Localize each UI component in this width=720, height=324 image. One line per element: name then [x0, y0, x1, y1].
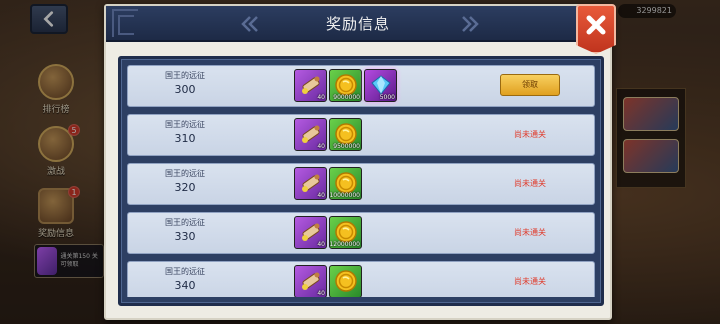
- item-count: 40: [317, 143, 325, 150]
- reward-row: 国王的远征 330 40 12000000 尚未通关: [127, 212, 595, 254]
- reward-items: 40 10000000: [294, 167, 362, 200]
- reward-items: 40: [294, 265, 362, 297]
- reward-row: 国王的远征 320 40 10000000 尚未通关: [127, 163, 595, 205]
- stage-level: 300: [174, 83, 196, 96]
- reward-row: 国王的远征 310 40 9500000 尚未通关: [127, 114, 595, 156]
- coin-reward-item[interactable]: 9500000: [329, 118, 362, 151]
- coin-reward-item[interactable]: [329, 265, 362, 297]
- not-cleared-status: 尚未通关: [514, 130, 546, 139]
- reward-items: 40 9500000: [294, 118, 362, 151]
- coin-reward-item[interactable]: 9000000: [329, 69, 362, 102]
- item-count: 12000000: [329, 241, 360, 248]
- not-cleared-status: 尚未通关: [514, 277, 546, 286]
- close-button[interactable]: [576, 4, 616, 54]
- scroll-reward-item[interactable]: 40: [294, 69, 327, 102]
- item-count: 9000000: [333, 94, 360, 101]
- claim-button[interactable]: 领取: [500, 74, 560, 96]
- item-count: 10000000: [329, 192, 360, 199]
- not-cleared-status: 尚未通关: [514, 179, 546, 188]
- stage-name: 国王的远征: [165, 218, 205, 227]
- item-count: 9500000: [333, 143, 360, 150]
- reward-items: 40 9000000 5000: [294, 69, 397, 102]
- stage-level: 330: [174, 230, 196, 243]
- stage-name: 国王的远征: [165, 71, 205, 80]
- reward-row: 国王的远征 340 40 尚未通关: [127, 261, 595, 297]
- item-count: 40: [317, 241, 325, 248]
- stage-name: 国王的远征: [165, 267, 205, 276]
- stage-name: 国王的远征: [165, 169, 205, 178]
- dialog-header: 奖励信息: [106, 6, 610, 42]
- reward-info-dialog: 奖励信息 国王的远征 300 40 9000000 5000 领取 国王的远征 310 40 95…: [104, 4, 616, 320]
- gold-coin-icon: [335, 270, 357, 292]
- scroll-reward-item[interactable]: 40: [294, 265, 327, 297]
- scroll-reward-item[interactable]: 40: [294, 216, 327, 249]
- item-count: 40: [317, 192, 325, 199]
- not-cleared-status: 尚未通关: [514, 228, 546, 237]
- item-count: 40: [317, 94, 325, 101]
- coin-reward-item[interactable]: 10000000: [329, 167, 362, 200]
- reward-row: 国王的远征 300 40 9000000 5000 领取: [127, 65, 595, 107]
- diamond-reward-item[interactable]: 5000: [364, 69, 397, 102]
- item-count: 40: [317, 290, 325, 297]
- stage-level: 320: [174, 181, 196, 194]
- double-chevron-right-icon: [462, 16, 479, 32]
- close-icon: [586, 15, 606, 35]
- reward-items: 40 12000000: [294, 216, 362, 249]
- item-count: 5000: [379, 94, 395, 101]
- scroll-reward-item[interactable]: 40: [294, 118, 327, 151]
- dialog-title: 奖励信息: [325, 15, 390, 33]
- scroll-reward-item[interactable]: 40: [294, 167, 327, 200]
- stage-level: 340: [174, 279, 196, 292]
- reward-list-frame: 国王的远征 300 40 9000000 5000 领取 国王的远征 310 40 9500000…: [118, 56, 604, 306]
- reward-list[interactable]: 国王的远征 300 40 9000000 5000 领取 国王的远征 310 40 9500000…: [127, 65, 595, 297]
- coin-reward-item[interactable]: 12000000: [329, 216, 362, 249]
- stage-level: 310: [174, 132, 196, 145]
- stage-name: 国王的远征: [165, 120, 205, 129]
